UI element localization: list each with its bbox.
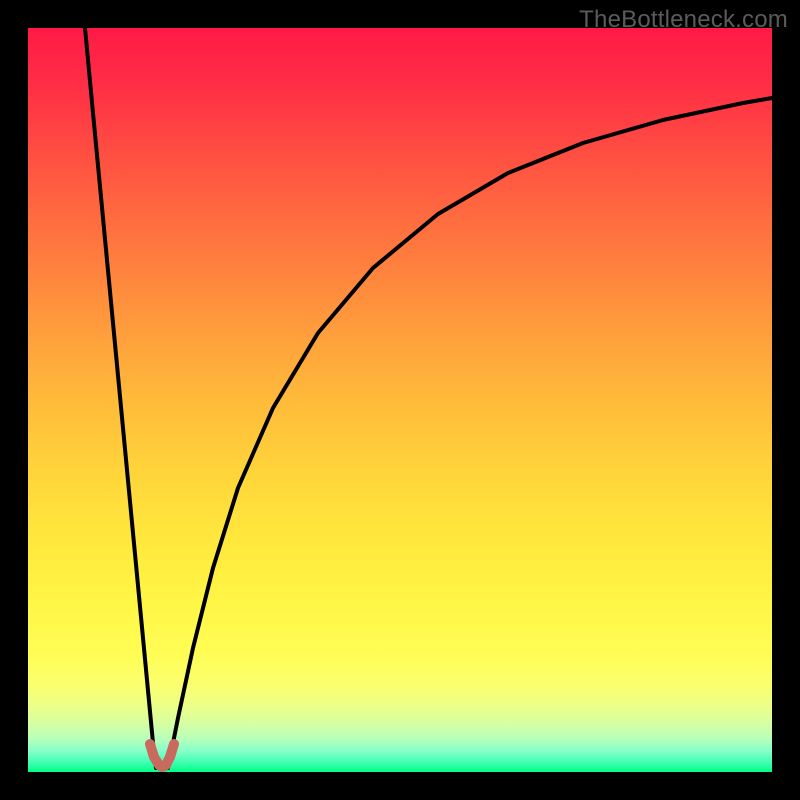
right-ascending-curve: [168, 98, 772, 768]
curves-svg: [28, 28, 772, 772]
bottom-dip-marker: [150, 744, 174, 767]
watermark-text: TheBottleneck.com: [579, 6, 788, 34]
plot-area: [28, 28, 772, 772]
left-descending-curve: [85, 28, 156, 768]
chart-frame: TheBottleneck.com: [0, 0, 800, 800]
